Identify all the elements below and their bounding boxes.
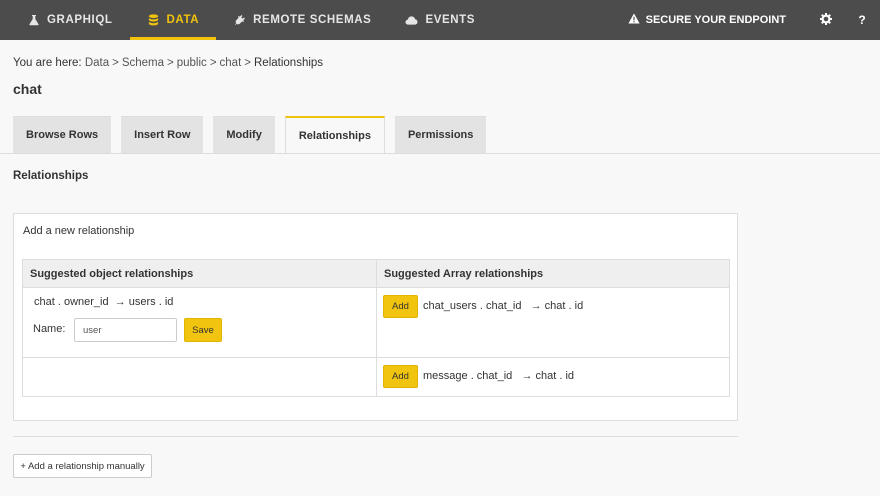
tab-divider <box>0 153 880 154</box>
secure-endpoint-link[interactable]: SECURE YOUR ENDPOINT <box>628 0 808 40</box>
top-nav: GRAPHIQL DATA REMOTE SCHEMAS EVENTS SECU… <box>0 0 880 40</box>
breadcrumb: You are here: Data > Schema > public > c… <box>13 57 323 69</box>
section-title: Relationships <box>13 170 89 182</box>
breadcrumb-separator: > <box>209 57 217 69</box>
breadcrumb-chat[interactable]: chat <box>220 57 242 69</box>
add-array-relationship-button[interactable]: Add <box>383 365 418 388</box>
cloud-icon <box>405 14 418 27</box>
database-icon <box>147 14 160 27</box>
add-relationship-title: Add a new relationship <box>23 225 135 237</box>
add-array-relationship-button[interactable]: Add <box>383 295 418 318</box>
breadcrumb-separator: > <box>244 57 251 69</box>
tab-permissions[interactable]: Permissions <box>394 116 487 153</box>
breadcrumb-current: Relationships <box>254 57 324 69</box>
nav-events[interactable]: EVENTS <box>388 0 492 40</box>
nav-events-label: EVENTS <box>425 14 476 26</box>
object-relationships-header: Suggested object relationships <box>23 260 377 287</box>
save-button[interactable]: Save <box>184 318 222 342</box>
table-row: Add message . chat_id → chat . id <box>23 358 729 396</box>
nav-remote-schemas[interactable]: REMOTE SCHEMAS <box>216 0 388 40</box>
settings-button[interactable] <box>808 0 844 40</box>
nav-data-label: DATA <box>166 14 200 26</box>
add-relationship-panel: Add a new relationship Suggested object … <box>13 213 738 421</box>
array-relationship-cell: Add chat_users . chat_id → chat . id <box>377 288 729 357</box>
breadcrumb-prefix: You are here: <box>13 57 85 69</box>
flask-icon <box>27 14 40 27</box>
array-relationships-header: Suggested Array relationships <box>384 267 544 280</box>
name-label: Name: <box>33 323 66 335</box>
nav-right: SECURE YOUR ENDPOINT ? <box>628 0 880 40</box>
object-relationship-text: chat . owner_id → users . id <box>34 296 174 308</box>
suggested-relationships-table: Suggested object relationships Suggested… <box>22 259 730 397</box>
array-relationship-text: chat_users . chat_id → chat . id <box>423 300 584 312</box>
nav-graphiql-label: GRAPHIQL <box>47 14 113 26</box>
table-row: chat . owner_id → users . id Name: Save … <box>23 288 729 358</box>
nav-remote-schemas-label: REMOTE SCHEMAS <box>253 14 372 26</box>
relationship-name-input[interactable] <box>74 318 177 342</box>
array-relationship-cell: Add message . chat_id → chat . id <box>377 358 729 396</box>
breadcrumb-separator: > <box>167 57 174 69</box>
divider <box>13 436 738 437</box>
secure-endpoint-label: SECURE YOUR ENDPOINT <box>645 14 786 26</box>
breadcrumb-schema[interactable]: Schema <box>122 57 164 69</box>
table-header: Suggested object relationships Suggested… <box>23 260 729 288</box>
page-title: chat <box>13 81 42 97</box>
object-relationship-cell: chat . owner_id → users . id Name: Save <box>23 288 377 357</box>
gear-icon <box>820 12 832 28</box>
tab-insert-row[interactable]: Insert Row <box>121 116 204 153</box>
nav-data[interactable]: DATA <box>129 0 217 40</box>
warning-icon <box>628 13 640 27</box>
nav-graphiql[interactable]: GRAPHIQL <box>0 0 130 40</box>
breadcrumb-separator: > <box>112 57 119 69</box>
tab-modify[interactable]: Modify <box>213 116 275 153</box>
object-relationship-cell <box>23 358 377 396</box>
add-relationship-manually-button[interactable]: + Add a relationship manually <box>13 454 152 478</box>
breadcrumb-data[interactable]: Data <box>85 57 109 69</box>
plug-icon <box>233 14 246 27</box>
array-relationship-text: message . chat_id → chat . id <box>423 370 575 382</box>
tab-relationships[interactable]: Relationships <box>284 116 385 154</box>
help-label: ? <box>858 13 866 27</box>
tab-browse-rows[interactable]: Browse Rows <box>13 116 112 153</box>
breadcrumb-public[interactable]: public <box>177 57 207 69</box>
help-button[interactable]: ? <box>844 0 880 40</box>
table-tabs: Browse Rows Insert Row Modify Relationsh… <box>13 116 487 154</box>
